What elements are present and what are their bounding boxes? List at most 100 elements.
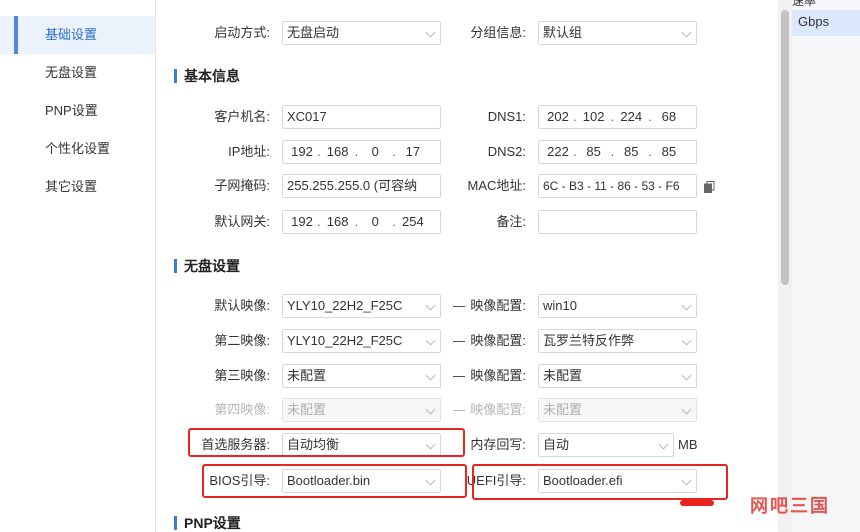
mem-writeback-select[interactable]: 自动 <box>538 433 674 457</box>
separator-dash <box>453 341 465 342</box>
chevron-down-icon <box>681 300 692 311</box>
boot-mode-select[interactable]: 无盘启动 <box>282 21 441 45</box>
ip-label: IP地址: <box>228 144 270 159</box>
ip-octet: 192 <box>291 214 313 229</box>
image-value: 未配置 <box>287 402 327 417</box>
sidebar-item-label: 其它设置 <box>45 179 98 194</box>
pnp-section-title: PNP设置 <box>174 514 241 532</box>
image-config-label: 映像配置: <box>470 298 526 313</box>
image-config-select-3[interactable]: 未配置 <box>538 364 697 388</box>
separator-dash <box>453 376 465 377</box>
background-gbps-row: Gbps <box>792 10 860 36</box>
dns2-input[interactable]: 222. 85. 85. 85 <box>538 140 697 164</box>
subnet-select[interactable]: 255.255.255.0 (可容纳 <box>282 174 441 198</box>
chevron-down-icon <box>425 300 436 311</box>
image-config-label: 映像配置: <box>470 402 526 417</box>
sidebar-item-label: PNP设置 <box>45 103 98 118</box>
chevron-down-icon <box>681 335 692 346</box>
image-value: 未配置 <box>287 368 327 383</box>
chevron-down-icon <box>425 404 436 415</box>
chevron-down-icon <box>681 27 692 38</box>
sidebar-item-label: 基础设置 <box>45 27 98 42</box>
gateway-label: 默认网关: <box>214 214 270 229</box>
ip-octet: 202 <box>547 109 569 124</box>
remark-input[interactable] <box>538 210 697 234</box>
sidebar-item-personalization[interactable]: 个性化设置 <box>0 130 155 168</box>
sidebar-item-diskless-settings[interactable]: 无盘设置 <box>0 54 155 92</box>
ip-octet: 254 <box>402 214 424 229</box>
ip-octet: 168 <box>326 214 349 229</box>
dns2-label: DNS2: <box>487 144 526 159</box>
chevron-down-icon <box>425 370 436 381</box>
gbps-text: Gbps <box>798 14 830 29</box>
config-value: win10 <box>543 298 577 313</box>
boot-mode-value: 无盘启动 <box>287 25 340 40</box>
sidebar-item-basic-settings[interactable]: 基础设置 <box>0 16 155 54</box>
remark-label: 备注: <box>496 214 526 229</box>
default-image-label: 默认映像: <box>214 298 270 313</box>
image-config-select-1[interactable]: win10 <box>538 294 697 318</box>
group-value: 默认组 <box>543 25 583 40</box>
image-value: YLY10_22H2_F25C <box>287 298 403 313</box>
ip-octet: 85 <box>661 144 677 159</box>
separator-dash <box>453 410 465 411</box>
ip-octet: 0 <box>371 214 379 229</box>
default-image-select[interactable]: YLY10_22H2_F25C <box>282 294 441 318</box>
second-image-label: 第二映像: <box>214 333 270 348</box>
subnet-value: 255.255.255.0 (可容纳 <box>287 178 418 193</box>
chevron-down-icon <box>681 370 692 381</box>
sidebar-item-pnp-settings[interactable]: PNP设置 <box>0 92 155 130</box>
subnet-label: 子网掩码: <box>214 178 270 193</box>
diskless-section-title: 无盘设置 <box>174 257 240 275</box>
copy-icon[interactable] <box>704 181 715 193</box>
highlight-box-server <box>188 428 465 457</box>
mem-value: 自动 <box>543 437 570 452</box>
config-value: 未配置 <box>543 368 583 383</box>
sidebar-item-other-settings[interactable]: 其它设置 <box>0 168 155 206</box>
watermark-logo: 网吧三国 <box>750 496 830 516</box>
second-image-select[interactable]: YLY10_22H2_F25C <box>282 329 441 353</box>
mac-address-input[interactable]: 6C - B3 - 11 - 86 - 53 - F6 <box>538 174 697 198</box>
highlight-mark <box>680 500 714 506</box>
ip-octet: 192 <box>291 144 313 159</box>
third-image-label: 第三映像: <box>214 368 270 383</box>
ip-octet: 102 <box>582 109 605 124</box>
chevron-down-icon <box>681 404 692 415</box>
ip-octet: 222 <box>547 144 569 159</box>
image-value: YLY10_22H2_F25C <box>287 333 403 348</box>
mem-writeback-label: 内存回写: <box>470 437 526 452</box>
sidebar-item-label: 无盘设置 <box>45 65 98 80</box>
mem-unit: MB <box>678 437 698 452</box>
basic-info-section-title: 基本信息 <box>174 67 240 85</box>
client-name-label: 客户机名: <box>214 109 270 124</box>
client-name-value: XC017 <box>287 109 327 124</box>
group-select[interactable]: 默认组 <box>538 21 697 45</box>
scrollbar-thumb[interactable] <box>781 10 789 285</box>
gateway-input[interactable]: 192. 168. 0. 254 <box>282 210 441 234</box>
highlight-box-bios <box>202 464 467 498</box>
ip-octet: 0 <box>371 144 379 159</box>
chevron-down-icon <box>425 335 436 346</box>
mac-value: 6C - B3 - 11 - 86 - 53 - F6 <box>543 179 680 193</box>
image-config-select-4: 未配置 <box>538 398 697 422</box>
chevron-down-icon <box>425 27 436 38</box>
fourth-image-label: 第四映像: <box>214 402 270 417</box>
settings-sidebar: 基础设置 无盘设置 PNP设置 个性化设置 其它设置 <box>0 0 156 532</box>
ip-octet: 224 <box>620 109 643 124</box>
image-config-select-2[interactable]: 瓦罗兰特反作弊 <box>538 329 697 353</box>
ip-octet: 85 <box>586 144 601 159</box>
background-window <box>792 0 860 532</box>
config-value: 瓦罗兰特反作弊 <box>543 333 635 348</box>
highlight-box-uefi <box>472 464 728 500</box>
image-config-label: 映像配置: <box>470 333 526 348</box>
sidebar-item-label: 个性化设置 <box>45 141 111 156</box>
dns1-label: DNS1: <box>487 109 526 124</box>
dns1-input[interactable]: 202. 102. 224. 68 <box>538 105 697 129</box>
client-name-input[interactable]: XC017 <box>282 105 441 129</box>
image-config-label: 映像配置: <box>470 368 526 383</box>
third-image-select[interactable]: 未配置 <box>282 364 441 388</box>
chevron-down-icon <box>658 439 669 450</box>
ip-octet: 85 <box>624 144 639 159</box>
group-label: 分组信息: <box>470 25 526 40</box>
ip-address-input[interactable]: 192. 168. 0. 17 <box>282 140 441 164</box>
